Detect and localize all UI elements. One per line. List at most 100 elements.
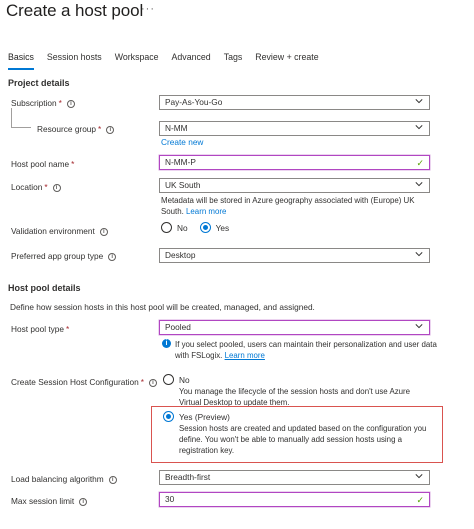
- checkmark-icon: ✓: [416, 158, 424, 168]
- validation-yes-radio[interactable]: [199, 222, 211, 233]
- host-pool-name-label-text: Host pool name: [11, 159, 70, 169]
- learn-more-link[interactable]: Learn more: [186, 207, 226, 216]
- location-label: Location * i: [11, 182, 61, 192]
- info-icon[interactable]: i: [148, 378, 157, 387]
- load-balancing-value: Breadth-first: [165, 472, 211, 482]
- info-filled-icon: i: [162, 339, 171, 348]
- validation-radio-group: No Yes: [161, 222, 229, 233]
- max-session-limit-label: Max session limit i: [11, 496, 88, 506]
- tab-basics[interactable]: Basics: [8, 52, 34, 70]
- app-group-type-value: Desktop: [165, 250, 196, 260]
- resource-group-label-text: Resource group: [37, 124, 97, 134]
- subscription-label-text: Subscription: [11, 98, 57, 108]
- app-group-type-label: Preferred app group type i: [11, 251, 117, 261]
- host-pool-type-info-row: i If you select pooled, users can mainta…: [162, 339, 442, 361]
- session-host-config-no-label: No: [179, 374, 190, 385]
- session-host-config-no-radio[interactable]: [163, 374, 174, 385]
- info-icon[interactable]: i: [106, 125, 115, 134]
- info-icon[interactable]: i: [108, 475, 117, 484]
- required-asterisk: *: [140, 377, 144, 387]
- session-host-config-label: Create Session Host Configuration * i: [11, 377, 157, 387]
- tree-connector-horizontal: [11, 127, 31, 128]
- location-help-text: Metadata will be stored in Azure geograp…: [161, 195, 436, 217]
- resource-group-dropdown[interactable]: N-MM: [159, 121, 430, 136]
- host-pool-name-value: N-MM-P: [165, 157, 196, 167]
- host-pool-type-label: Host pool type *: [11, 324, 69, 334]
- load-balancing-label-text: Load balancing algorithm: [11, 474, 104, 484]
- resource-group-value: N-MM: [165, 123, 188, 133]
- tab-review-create[interactable]: Review + create: [255, 52, 318, 70]
- validation-no-label: No: [177, 222, 188, 233]
- max-session-limit-value: 30: [165, 494, 175, 504]
- tab-session-hosts[interactable]: Session hosts: [47, 52, 102, 70]
- tree-connector-vertical: [11, 108, 12, 128]
- more-options-button[interactable]: ···: [141, 3, 155, 15]
- host-pool-type-label-text: Host pool type: [11, 324, 65, 334]
- host-pool-type-info: i If you select pooled, users can mainta…: [162, 339, 442, 361]
- host-pool-name-input[interactable]: N-MM-P ✓: [159, 155, 430, 170]
- host-pool-type-info-text: If you select pooled, users can maintain…: [175, 339, 437, 361]
- session-host-config-yes-desc-line: registration key.: [179, 446, 235, 455]
- session-host-config-yes-desc-line: define. You won't be able to manually ad…: [179, 435, 403, 444]
- max-session-limit-label-text: Max session limit: [11, 496, 75, 506]
- app-group-type-dropdown[interactable]: Desktop: [159, 248, 430, 263]
- required-asterisk: *: [44, 182, 48, 192]
- info-icon[interactable]: i: [66, 99, 75, 108]
- location-help-line2: South.: [161, 207, 184, 216]
- app-group-type-label-text: Preferred app group type: [11, 251, 104, 261]
- chevron-down-icon: [415, 474, 423, 479]
- tab-advanced[interactable]: Advanced: [172, 52, 211, 70]
- load-balancing-label: Load balancing algorithm i: [11, 474, 117, 484]
- session-host-config-no-desc-line: You manage the lifecycle of the session …: [179, 387, 411, 396]
- location-label-text: Location: [11, 182, 43, 192]
- checkmark-icon: ✓: [416, 495, 424, 505]
- location-help-line: Metadata will be stored in Azure geograp…: [161, 196, 415, 205]
- session-host-config-yes-desc-line: Session hosts are created and updated ba…: [179, 424, 427, 433]
- host-pool-details-description: Define how session hosts in this host po…: [10, 302, 315, 312]
- max-session-limit-input[interactable]: 30 ✓: [159, 492, 430, 507]
- tab-bar: Basics Session hosts Workspace Advanced …: [8, 52, 332, 70]
- chevron-down-icon: [415, 252, 423, 257]
- resource-group-label: Resource group * i: [37, 124, 115, 134]
- host-pool-type-info-line: If you select pooled, users can maintain…: [175, 340, 437, 349]
- session-host-config-yes-radio[interactable]: [163, 411, 174, 422]
- chevron-down-icon: [415, 324, 423, 329]
- session-host-config-label-text: Create Session Host Configuration: [11, 377, 139, 387]
- session-host-config-yes-label: Yes (Preview): [179, 411, 230, 422]
- location-help-line: South. Learn more: [161, 206, 436, 217]
- info-icon[interactable]: i: [108, 252, 117, 261]
- host-pool-details-heading: Host pool details: [8, 283, 81, 293]
- validation-environment-label: Validation environment i: [11, 226, 108, 236]
- session-host-config-yes-option: Yes (Preview): [163, 411, 230, 422]
- info-icon[interactable]: i: [52, 183, 61, 192]
- host-pool-type-info-line2: with FSLogix.: [175, 351, 223, 360]
- chevron-down-icon: [415, 99, 423, 104]
- project-details-heading: Project details: [8, 78, 70, 88]
- create-new-link[interactable]: Create new: [161, 137, 203, 147]
- validation-yes-label: Yes: [215, 222, 230, 233]
- required-asterisk: *: [66, 324, 70, 334]
- host-pool-name-label: Host pool name *: [11, 159, 74, 169]
- subscription-dropdown[interactable]: Pay-As-You-Go: [159, 95, 430, 110]
- validation-no-radio[interactable]: [161, 222, 172, 233]
- host-pool-type-info-line: with FSLogix. Learn more: [175, 350, 437, 361]
- subscription-value: Pay-As-You-Go: [165, 97, 223, 107]
- location-value: UK South: [165, 180, 201, 190]
- chevron-down-icon: [415, 182, 423, 187]
- tab-workspace[interactable]: Workspace: [115, 52, 159, 70]
- session-host-config-no-option: No: [163, 374, 190, 385]
- load-balancing-dropdown[interactable]: Breadth-first: [159, 470, 430, 485]
- host-pool-type-dropdown[interactable]: Pooled: [159, 320, 430, 335]
- session-host-config-no-desc: You manage the lifecycle of the session …: [179, 386, 449, 408]
- learn-more-link[interactable]: Learn more: [225, 351, 265, 360]
- tab-tags[interactable]: Tags: [224, 52, 243, 70]
- required-asterisk: *: [58, 98, 62, 108]
- info-icon[interactable]: i: [79, 497, 88, 506]
- validation-environment-label-text: Validation environment: [11, 226, 95, 236]
- required-asterisk: *: [98, 124, 102, 134]
- subscription-label: Subscription * i: [11, 98, 75, 108]
- chevron-down-icon: [415, 125, 423, 130]
- location-dropdown[interactable]: UK South: [159, 178, 430, 193]
- host-pool-type-value: Pooled: [165, 322, 191, 332]
- info-icon[interactable]: i: [99, 227, 108, 236]
